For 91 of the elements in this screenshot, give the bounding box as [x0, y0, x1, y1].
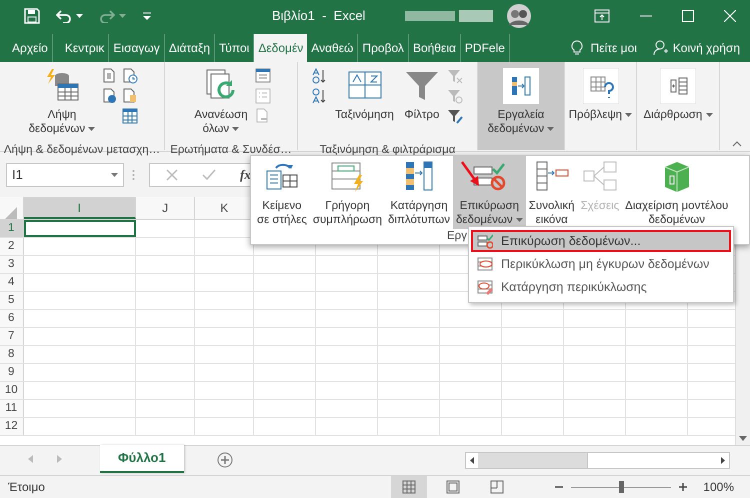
normal-view-icon	[402, 480, 416, 494]
save-icon[interactable]	[24, 8, 40, 24]
ribbon-button[interactable]: Λήψη δεδομένων	[26, 66, 98, 142]
insert-function-button[interactable]: fx	[240, 166, 251, 182]
ribbon-button[interactable]: Επικύρωση δεδομένων	[453, 156, 526, 229]
advanced-filter-icon[interactable]	[446, 108, 463, 124]
ribbon-button[interactable]: Πρόβλεψη	[566, 66, 636, 142]
ribbon-button[interactable]: Συνολική εικόνα	[526, 156, 578, 229]
ribbon-button[interactable]: Γρήγορη συμπλήρωση	[310, 156, 385, 229]
caret-icon	[76, 14, 83, 18]
zoom-thumb[interactable]	[619, 481, 624, 493]
share-button[interactable]: Κοινή χρήση	[652, 40, 740, 56]
row-header[interactable]: 9	[0, 364, 24, 381]
ribbon-button[interactable]: Ταξινόμηση	[332, 66, 397, 142]
clock-document-icon[interactable]	[122, 68, 138, 84]
status-text: Έτοιμο	[7, 479, 45, 496]
sheet-tab[interactable]: Φύλλο1	[100, 445, 184, 473]
menu-item[interactable]: Κατάργηση περικύκλωσης	[471, 276, 731, 298]
caret-icon	[119, 14, 126, 18]
zoom-in-icon[interactable]	[679, 483, 688, 491]
forecast-icon	[582, 68, 618, 104]
caret-icon	[111, 172, 118, 176]
page-layout-icon	[446, 480, 460, 494]
sort-descending-icon[interactable]	[312, 88, 328, 104]
page-break-icon	[490, 480, 504, 494]
ribbon-tab[interactable]: Δεδομέν	[254, 34, 308, 62]
scroll-thumb[interactable]	[587, 453, 717, 468]
row-header[interactable]: 5	[0, 292, 24, 309]
scroll-down-icon[interactable]	[739, 436, 747, 441]
validation-icon	[477, 233, 493, 249]
globe-document-icon[interactable]	[102, 88, 118, 104]
menu-item[interactable]: Επικύρωση δεδομένων...	[471, 230, 731, 252]
zoom-level[interactable]: 100%	[703, 478, 734, 496]
ribbon-button[interactable]: Εργαλεία δεδομένων	[478, 62, 564, 150]
collapse-ribbon-icon[interactable]	[732, 141, 742, 147]
ribbon-button[interactable]: Ανανέωση όλων	[191, 66, 251, 142]
active-cell[interactable]	[24, 220, 136, 237]
column-header[interactable]: J	[136, 197, 196, 219]
grip-icon	[132, 168, 135, 180]
outline-icon	[660, 68, 696, 104]
caret-icon	[625, 112, 632, 117]
ribbon-button[interactable]: Κείμενο σε στήλες	[254, 156, 310, 229]
group-label: Εργ	[447, 229, 467, 243]
menu-item[interactable]: Περικύκλωση μη έγκυρων δεδομένων	[471, 253, 731, 275]
caret-icon	[232, 126, 240, 131]
row-header[interactable]: 7	[0, 328, 24, 345]
normal-view-button[interactable]	[391, 476, 428, 498]
caret-icon	[706, 112, 713, 117]
scroll-right-icon[interactable]	[717, 453, 729, 468]
ribbon-display-icon[interactable]	[594, 9, 610, 23]
column-header[interactable]: I	[24, 197, 136, 219]
maximize-icon[interactable]	[682, 10, 694, 22]
row-header[interactable]: 6	[0, 310, 24, 327]
caret-icon	[88, 126, 96, 131]
row-header[interactable]: 12	[0, 418, 24, 435]
lightbulb-icon	[570, 40, 583, 56]
caret-icon	[547, 126, 554, 131]
customize-icon[interactable]	[142, 12, 152, 20]
avatar[interactable]	[507, 4, 532, 28]
row-header[interactable]: 4	[0, 274, 24, 291]
close-icon[interactable]	[724, 10, 736, 22]
ribbon-button[interactable]: Διάρθρωση	[640, 66, 716, 142]
row-header[interactable]: 2	[0, 238, 24, 255]
ribbon-button[interactable]: Φίλτρο	[400, 66, 443, 142]
row-header[interactable]: 10	[0, 382, 24, 399]
data-tools-icon	[503, 68, 539, 104]
ribbon-button[interactable]: Διαχείριση μοντέλου δεδομένων	[622, 156, 732, 229]
row-header[interactable]: 1	[0, 220, 24, 237]
scroll-left-icon[interactable]	[466, 453, 478, 468]
properties-icon[interactable]	[254, 68, 271, 84]
clear-circles-icon	[477, 279, 493, 295]
row-header[interactable]: 3	[0, 256, 24, 273]
group-label: Ταξινόμηση & φιλτράρισμα	[318, 143, 456, 157]
circle-invalid-icon	[477, 256, 493, 272]
tell-me-field[interactable]: Πείτε μοι	[590, 41, 637, 55]
database-document-icon[interactable]	[122, 88, 138, 104]
table-icon[interactable]	[122, 108, 138, 124]
add-sheet-icon[interactable]	[216, 452, 233, 468]
redo-icon	[99, 9, 115, 23]
person-add-icon	[652, 40, 669, 56]
window-title: Βιβλίο1 - Excel	[272, 7, 366, 26]
caret-icon	[516, 218, 523, 222]
group-label: Λήψη & δεδομένων μετασχη…	[2, 143, 162, 157]
annotation-arrow	[460, 160, 482, 188]
sort-ascending-icon[interactable]	[312, 68, 328, 84]
group-label: Ερωτήματα & Συνδέσ…	[169, 143, 293, 157]
undo-icon[interactable]	[56, 9, 72, 23]
row-header[interactable]: 11	[0, 400, 24, 417]
ribbon-button[interactable]: Κατάργηση διπλότυπων	[384, 156, 454, 229]
name-box[interactable]: I1	[6, 162, 124, 186]
row-header[interactable]: 8	[0, 346, 24, 363]
